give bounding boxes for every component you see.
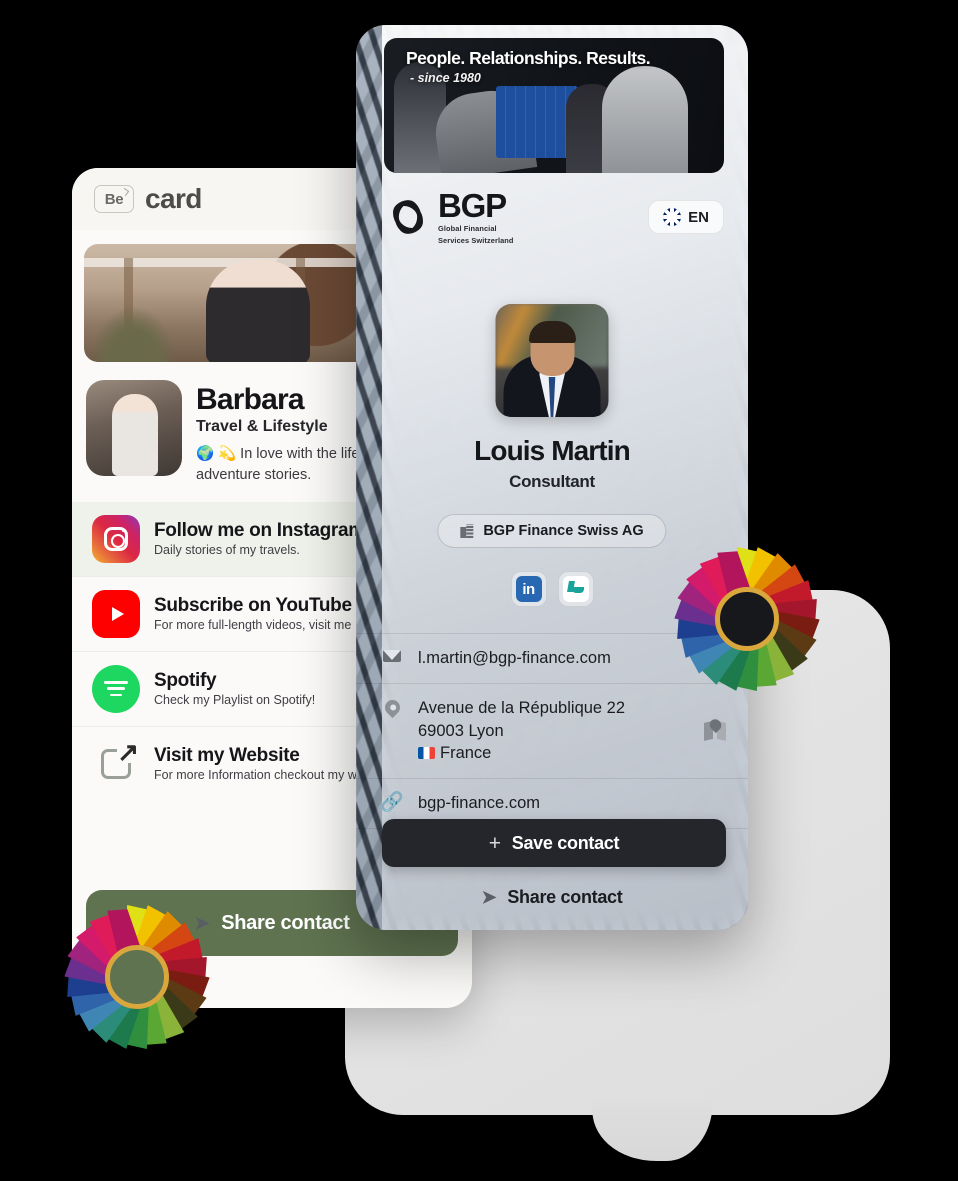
uk-flag-icon [663,208,682,226]
share-contact-label: Share contact [507,887,623,907]
xing-icon [562,576,589,602]
color-wheel-left [62,902,212,1052]
banner-person [602,66,688,173]
color-wheel-right [672,544,822,694]
brand-tagline-1: Global Financial [438,224,497,234]
save-contact-label: Save contact [511,832,620,853]
contact-row-address[interactable]: Avenue de la République 22 69003 Lyon Fr… [356,682,748,778]
language-code: EN [688,208,709,226]
building-icon [460,524,474,538]
list-item-title: Spotify [154,670,217,692]
list-item-subtitle: Check my Playlist on Spotify! [154,693,316,708]
be-logo-badge: Be [94,185,134,213]
address-line-1: Avenue de la République 22 [418,698,626,717]
share-arrow-icon: ➤ [481,887,497,907]
company-banner: People. Relationships. Results. - since … [384,38,724,173]
instagram-icon [92,514,140,563]
plus-icon: + [488,831,501,855]
banner-title: People. Relationships. Results. [406,48,651,68]
france-flag-icon [418,747,435,760]
list-item-title: Follow me on Instagram [154,520,365,542]
digital-business-card-panel: People. Relationships. Results. - since … [356,25,748,930]
banner-subtitle: - since 1980 [410,71,481,85]
list-item-title: Visit my Website [154,745,300,767]
linkedin-button[interactable]: in [510,571,547,607]
save-contact-button[interactable]: + Save contact [382,819,726,867]
list-item-subtitle: For more full-length videos, visit me [154,618,352,633]
profile-avatar [86,380,182,476]
color-wheel-hub [715,587,779,651]
cover-plant [90,306,176,362]
share-contact-button[interactable]: ➤ Share contact [356,887,748,908]
link-icon: 🔗 [380,792,404,814]
open-map-button[interactable] [704,716,726,743]
color-wheel-hub [105,945,169,1009]
list-item-subtitle: For more Information checkout my website [154,768,391,783]
address-line-2: 69003 Lyon [418,721,504,740]
brand-name: BGP [438,187,507,225]
location-pin-icon [381,696,403,718]
bgp-knot-icon [384,193,432,241]
youtube-icon [92,589,140,638]
share-contact-label: Share contact [221,911,350,934]
list-item-title: Subscribe on YouTube [154,595,352,617]
list-item-subtitle: Daily stories of my travels. [154,543,300,558]
address-country: France [440,744,492,763]
mail-icon [382,647,402,662]
email-value: l.martin@bgp-finance.com [418,649,611,667]
linkedin-icon: in [515,576,542,602]
company-badge[interactable]: BGP Finance Swiss AG [437,514,667,548]
page-title: Louis Martin [474,435,631,466]
address-country-row: France [418,742,625,765]
language-selector[interactable]: EN [648,200,724,234]
external-link-icon [92,737,140,788]
company-name: BGP Finance Swiss AG [483,523,644,539]
person-role: Consultant [509,472,595,491]
be-card-wordmark: card [145,183,202,214]
bgp-logo: BGP Global Financial Services Switzerlan… [384,189,514,245]
avatar [495,304,609,417]
cover-person [206,260,310,362]
brand-tagline-2: Services Switzerland [438,235,514,245]
brand-row: BGP Global Financial Services Switzerlan… [384,187,724,247]
spotify-icon [92,664,140,713]
xing-button[interactable] [557,571,594,607]
website-value: bgp-finance.com [418,794,540,813]
scene-root: Be card Barbara Travel & Lifestyle 🌍 💫 I… [0,0,958,1181]
